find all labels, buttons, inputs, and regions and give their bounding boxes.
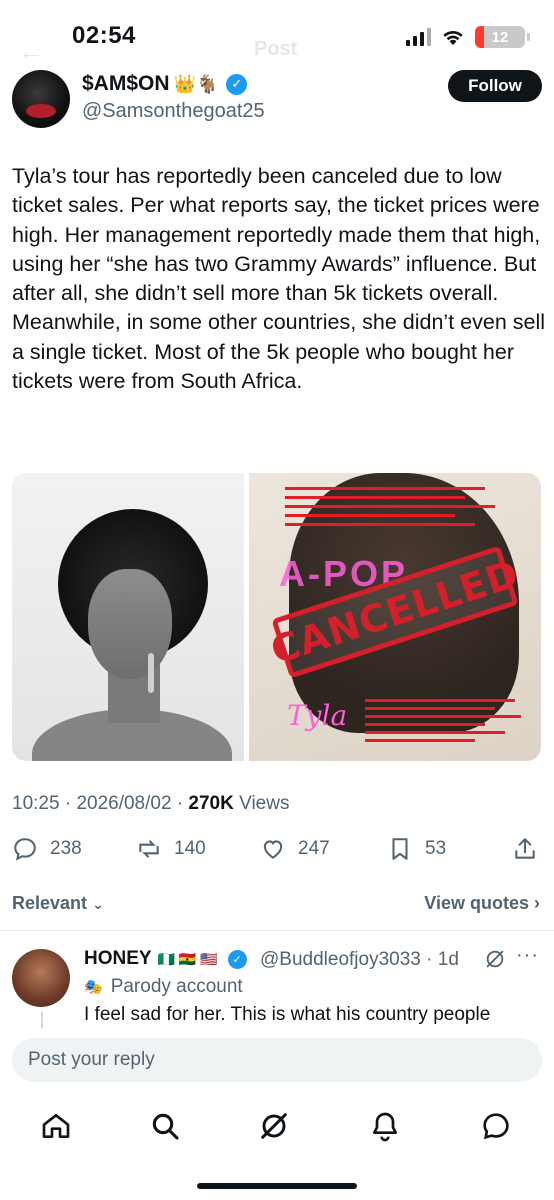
repost-icon <box>139 840 159 858</box>
meta-separator: · <box>64 793 77 814</box>
repost-count: 140 <box>174 838 206 859</box>
reply-flags: 🇳🇬 🇬🇭 🇺🇸 <box>157 950 218 967</box>
portrait-earring <box>148 653 154 693</box>
reply-count: 238 <box>50 838 82 859</box>
views-label: Views <box>239 793 290 814</box>
bottom-nav <box>0 1094 554 1158</box>
wifi-icon <box>443 30 463 45</box>
poster-redacted-dates-top <box>285 487 505 532</box>
author-handle[interactable]: @Samsonthegoat25 <box>82 100 265 123</box>
reply-sort-dropdown[interactable]: Relevant ⌄ <box>12 893 104 914</box>
status-icons: 12 <box>406 26 530 48</box>
heart-icon <box>263 840 283 859</box>
repost-action[interactable]: 140 <box>136 836 206 862</box>
reply-handle: @Buddleofjoy3033 <box>260 949 421 970</box>
author-name-text: $AM$ON <box>82 72 170 95</box>
reply-time: 1d <box>437 949 459 970</box>
share-action[interactable] <box>512 836 538 862</box>
bookmark-icon <box>392 838 408 860</box>
poster-redacted-dates-bottom <box>365 699 525 747</box>
more-options-icon[interactable]: ··· <box>516 944 539 967</box>
follow-button[interactable]: Follow <box>448 70 542 102</box>
divider <box>0 930 554 931</box>
tweet-meta: 10:25 · 2026/08/02 · 270K Views <box>12 793 289 815</box>
notifications-icon[interactable] <box>369 1110 401 1142</box>
reply-avatar[interactable] <box>12 949 70 1007</box>
signal-icon <box>406 28 431 46</box>
battery-icon: 12 <box>475 26 525 48</box>
reply-author-name[interactable]: HONEY 🇳🇬 🇬🇭 🇺🇸 ✓ <box>84 948 247 970</box>
reply-input[interactable]: Post your reply <box>12 1038 542 1082</box>
bookmark-action[interactable]: 53 <box>387 836 446 862</box>
reply-handle-row[interactable]: @Buddleofjoy3033 · 1d <box>260 949 459 971</box>
verified-badge-icon: ✓ <box>227 949 247 969</box>
tweet-date: 2026/08/02 <box>76 793 172 814</box>
thread-line <box>41 1012 43 1028</box>
meta-separator: · <box>426 949 438 970</box>
tweet-image-poster[interactable]: A-POP CANCELLED Tyla <box>249 473 541 761</box>
parody-badge: 🎭 Parody account <box>84 976 243 998</box>
theater-mask-icon: 🎭 <box>84 979 103 996</box>
author-name[interactable]: $AM$ON 👑🐐 ✓ <box>82 72 248 96</box>
grok-icon[interactable] <box>484 948 506 970</box>
like-count: 247 <box>298 838 330 859</box>
bookmark-count: 53 <box>425 838 447 859</box>
reply-sort-label: Relevant <box>12 893 88 913</box>
like-action[interactable]: 247 <box>260 836 330 862</box>
reply-action[interactable]: 238 <box>12 836 82 862</box>
arrow-left-icon[interactable]: ← <box>18 36 44 67</box>
reply-text: I feel sad for her. This is what his cou… <box>84 1004 491 1025</box>
portrait-face <box>88 569 172 679</box>
views-count: 270K <box>188 793 234 814</box>
tweet-text: Tyla’s tour has reportedly been canceled… <box>12 164 546 394</box>
tweet-time: 10:25 <box>12 793 60 814</box>
messages-icon[interactable] <box>480 1110 512 1142</box>
poster-signature: Tyla <box>287 699 348 732</box>
share-icon <box>515 838 535 859</box>
status-time: 02:54 <box>72 22 136 49</box>
verified-badge-icon: ✓ <box>226 73 248 95</box>
view-quotes-link[interactable]: View quotes › <box>424 893 540 914</box>
home-indicator <box>197 1183 357 1189</box>
home-icon[interactable] <box>40 1110 72 1142</box>
grok-icon[interactable] <box>258 1110 290 1142</box>
parody-label: Parody account <box>110 976 243 997</box>
view-quotes-label: View quotes <box>424 893 529 913</box>
meta-separator: · <box>176 793 189 814</box>
author-avatar[interactable] <box>12 70 70 128</box>
chevron-down-icon: ⌄ <box>92 896 104 912</box>
author-name-emojis: 👑🐐 <box>173 73 219 94</box>
chevron-right-icon: › <box>534 893 540 913</box>
reply-name-text: HONEY <box>84 948 152 969</box>
battery-cap <box>527 33 530 41</box>
search-icon[interactable] <box>149 1110 181 1142</box>
page-title: Post <box>254 38 298 60</box>
battery-level: 12 <box>491 28 509 46</box>
tweet-image-portrait[interactable] <box>12 473 244 761</box>
reply-icon <box>14 838 36 861</box>
